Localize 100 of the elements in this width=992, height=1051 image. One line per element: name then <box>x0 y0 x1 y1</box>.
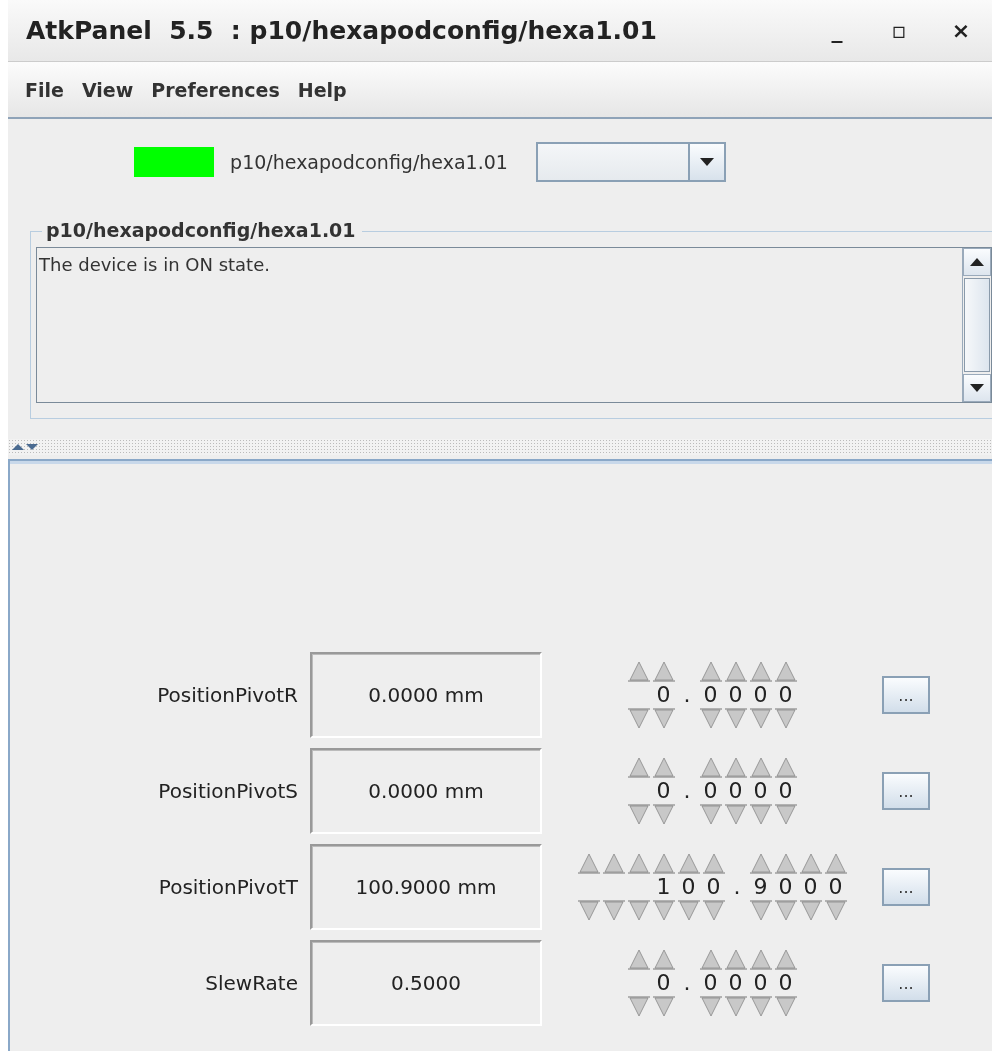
increment-arrow-icon[interactable] <box>699 756 722 778</box>
attribute-label: PositionPivotR <box>156 683 299 707</box>
decrement-arrow-icon[interactable] <box>799 900 822 922</box>
command-dropdown[interactable] <box>535 142 726 182</box>
increment-arrow-icon[interactable] <box>627 756 650 778</box>
decimal-point: . <box>682 970 692 996</box>
more-button[interactable]: ... <box>882 868 930 906</box>
decrement-arrow-icon[interactable] <box>824 900 847 922</box>
window-title: AtkPanel 5.5 : p10/hexapodconfig/hexa1.01 <box>26 16 658 45</box>
increment-arrow-icon[interactable] <box>699 948 722 970</box>
decrement-arrow-icon[interactable] <box>724 804 747 826</box>
decrement-arrow-icon[interactable] <box>652 708 675 730</box>
more-button[interactable]: ... <box>882 964 930 1002</box>
attribute-label: PositionPivotS <box>157 779 299 803</box>
decrement-arrow-icon[interactable] <box>652 804 675 826</box>
decrement-arrow-icon[interactable] <box>627 804 650 826</box>
scrollbar[interactable] <box>962 248 991 402</box>
increment-arrow-icon[interactable] <box>577 852 600 874</box>
wheel-digit: 0 <box>706 874 721 900</box>
increment-arrow-icon[interactable] <box>749 756 772 778</box>
increment-arrow-icon[interactable] <box>824 852 847 874</box>
decrement-arrow-icon[interactable] <box>749 708 772 730</box>
decrement-arrow-icon[interactable] <box>699 996 722 1018</box>
decrement-arrow-icon[interactable] <box>577 900 600 922</box>
wheel-digit: 0 <box>803 874 818 900</box>
decrement-arrow-icon[interactable] <box>749 804 772 826</box>
wheel-digit: 9 <box>753 874 768 900</box>
decimal-point: . <box>682 778 692 804</box>
menu-item[interactable]: Preferences <box>144 78 287 101</box>
increment-arrow-icon[interactable] <box>652 756 675 778</box>
increment-arrow-icon[interactable] <box>724 756 747 778</box>
wheel-digit: 1 <box>656 874 671 900</box>
scroll-up-icon[interactable] <box>970 258 984 266</box>
decrement-arrow-icon[interactable] <box>652 996 675 1018</box>
decrement-arrow-icon[interactable] <box>699 708 722 730</box>
decimal-point: . <box>682 682 692 708</box>
close-button[interactable]: × <box>930 18 992 43</box>
more-button[interactable]: ... <box>882 676 930 714</box>
increment-arrow-icon[interactable] <box>799 852 822 874</box>
attribute-label: SlewRate <box>204 971 299 995</box>
menu-item[interactable]: View <box>74 78 141 101</box>
menu-item[interactable]: Help <box>290 78 354 101</box>
wheel-digit: 0 <box>778 682 793 708</box>
increment-arrow-icon[interactable] <box>652 948 675 970</box>
more-button[interactable]: ... <box>882 772 930 810</box>
wheel-digit: 0 <box>703 682 718 708</box>
increment-arrow-icon[interactable] <box>774 948 797 970</box>
increment-arrow-icon[interactable] <box>627 852 650 874</box>
increment-arrow-icon[interactable] <box>774 660 797 682</box>
wheel-digit: 0 <box>728 778 743 804</box>
wheel-digit: 0 <box>753 970 768 996</box>
maximize-button[interactable]: ▫ <box>868 18 930 43</box>
wheel-digit: 0 <box>778 778 793 804</box>
wheel-digit: 0 <box>728 682 743 708</box>
decrement-arrow-icon[interactable] <box>774 804 797 826</box>
wheel-digit: 0 <box>778 970 793 996</box>
increment-arrow-icon[interactable] <box>627 660 650 682</box>
wheel-digit: 0 <box>656 970 671 996</box>
scroll-down-icon[interactable] <box>970 384 984 392</box>
decrement-arrow-icon[interactable] <box>627 708 650 730</box>
decrement-arrow-icon[interactable] <box>774 996 797 1018</box>
wheel-digit: 0 <box>828 874 843 900</box>
decrement-arrow-icon[interactable] <box>602 900 625 922</box>
menu-item[interactable]: File <box>18 78 71 101</box>
decrement-arrow-icon[interactable] <box>699 804 722 826</box>
decrement-arrow-icon[interactable] <box>774 900 797 922</box>
status-text: The device is in ON state. <box>38 253 271 277</box>
increment-arrow-icon[interactable] <box>774 756 797 778</box>
decrement-arrow-icon[interactable] <box>749 996 772 1018</box>
collapse-up-icon[interactable] <box>12 443 24 451</box>
increment-arrow-icon[interactable] <box>724 660 747 682</box>
wheel-digit: 0 <box>728 970 743 996</box>
decrement-arrow-icon[interactable] <box>749 900 772 922</box>
increment-arrow-icon[interactable] <box>702 852 725 874</box>
increment-arrow-icon[interactable] <box>749 660 772 682</box>
decrement-arrow-icon[interactable] <box>702 900 725 922</box>
device-name: p10/hexapodconfig/hexa1.01 <box>230 151 508 173</box>
wheel-digit: 0 <box>656 682 671 708</box>
attribute-label: PositionPivotT <box>157 875 299 899</box>
increment-arrow-icon[interactable] <box>749 948 772 970</box>
decrement-arrow-icon[interactable] <box>677 900 700 922</box>
wheel-digit: 0 <box>703 778 718 804</box>
increment-arrow-icon[interactable] <box>627 948 650 970</box>
decrement-arrow-icon[interactable] <box>627 900 650 922</box>
increment-arrow-icon[interactable] <box>652 852 675 874</box>
increment-arrow-icon[interactable] <box>699 660 722 682</box>
wheel-digit: 0 <box>753 682 768 708</box>
increment-arrow-icon[interactable] <box>774 852 797 874</box>
increment-arrow-icon[interactable] <box>677 852 700 874</box>
decrement-arrow-icon[interactable] <box>627 996 650 1018</box>
decrement-arrow-icon[interactable] <box>774 708 797 730</box>
expand-down-icon[interactable] <box>26 443 38 451</box>
increment-arrow-icon[interactable] <box>652 660 675 682</box>
increment-arrow-icon[interactable] <box>749 852 772 874</box>
decrement-arrow-icon[interactable] <box>724 708 747 730</box>
decrement-arrow-icon[interactable] <box>724 996 747 1018</box>
minimize-button[interactable]: _ <box>806 18 868 43</box>
decrement-arrow-icon[interactable] <box>652 900 675 922</box>
increment-arrow-icon[interactable] <box>602 852 625 874</box>
increment-arrow-icon[interactable] <box>724 948 747 970</box>
